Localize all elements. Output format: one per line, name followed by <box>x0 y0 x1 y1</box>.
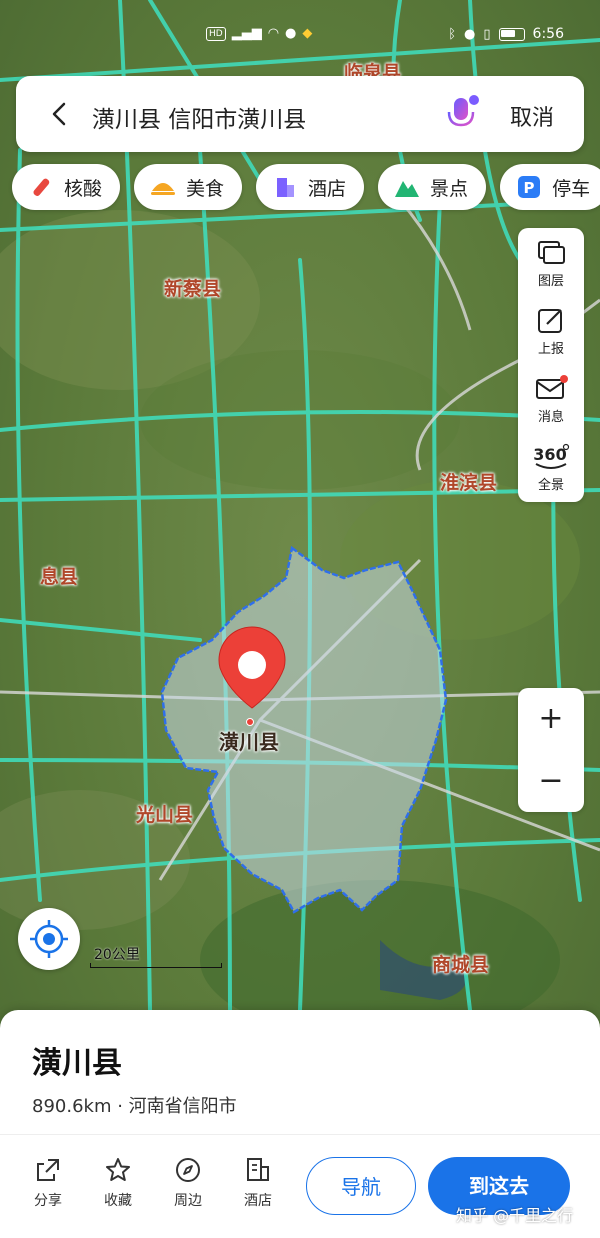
hotel-icon <box>272 175 298 199</box>
hd-indicator: HD <box>206 26 226 41</box>
chip-label: 景点 <box>430 177 469 200</box>
mountain-icon <box>394 175 420 199</box>
back-button[interactable] <box>40 94 80 134</box>
locate-me-button[interactable] <box>18 908 80 970</box>
search-bar[interactable]: 潢川县 信阳市潢川县 取消 <box>16 76 584 152</box>
map-scale: 20公里 <box>90 944 222 968</box>
nearby-button[interactable]: 周边 <box>158 1156 218 1210</box>
map-label-huaibin[interactable]: 淮滨县 <box>440 468 497 495</box>
layers-icon <box>538 241 565 264</box>
chevron-left-icon <box>52 102 66 126</box>
map-label-shangcheng[interactable]: 商城县 <box>432 950 489 977</box>
divider <box>0 1134 600 1135</box>
tool-label: 图层 <box>537 274 564 289</box>
share-button[interactable]: 分享 <box>18 1156 78 1210</box>
map-label-center[interactable]: 潢川县 <box>219 726 279 755</box>
voice-search-button[interactable] <box>444 94 480 134</box>
signal-5g-icon: ▂▄▆ <box>231 26 262 41</box>
vibrate-icon: ▯ <box>483 26 491 42</box>
app-notification-icon: ◆ <box>302 26 313 41</box>
chip-nucleic-test[interactable]: 核酸 <box>12 164 121 210</box>
report-edit-icon <box>538 309 562 333</box>
zoom-out-button[interactable]: − <box>518 750 584 812</box>
zoom-controls: + − <box>518 688 584 812</box>
tool-panorama[interactable]: 360 全景 <box>518 434 584 500</box>
zoom-in-button[interactable]: + <box>518 688 584 750</box>
chip-scenic[interactable]: 景点 <box>378 164 487 210</box>
scale-label: 20公里 <box>94 947 140 963</box>
crosshair-icon <box>30 920 68 958</box>
tool-layers[interactable]: 图层 <box>518 230 584 296</box>
wifi-icon: ◠ <box>267 26 280 41</box>
status-system: ᛒ ● ▯ 6:56 <box>448 26 564 42</box>
place-title: 潢川县 <box>32 1046 122 1081</box>
user-icon: ● <box>285 26 297 41</box>
svg-text:P: P <box>524 179 535 197</box>
map-label-xincai[interactable]: 新蔡县 <box>164 274 221 301</box>
tool-messages[interactable]: 消息 <box>518 366 584 432</box>
tool-report[interactable]: 上报 <box>518 298 584 364</box>
hotel-icon <box>247 1158 269 1181</box>
chip-label: 美食 <box>186 177 225 200</box>
place-subtitle: 890.6km · 河南省信阳市 <box>32 1096 237 1117</box>
status-indicators: HD ▂▄▆ ◠ ● ◆ <box>206 26 312 41</box>
hotel-button[interactable]: 酒店 <box>228 1156 288 1210</box>
map-label-xixian[interactable]: 息县 <box>40 562 78 589</box>
scale-bar <box>90 963 222 968</box>
status-bar: HD ▂▄▆ ◠ ● ◆ ᛒ ● ▯ 6:56 <box>0 22 600 50</box>
action-label: 分享 <box>34 1193 62 1209</box>
svg-text:360: 360 <box>533 445 566 464</box>
compass-icon <box>176 1158 200 1182</box>
tool-label: 消息 <box>537 410 564 425</box>
chip-label: 核酸 <box>64 177 103 200</box>
test-tube-icon <box>28 175 54 199</box>
tool-label: 上报 <box>537 342 564 357</box>
action-label: 酒店 <box>244 1193 272 1209</box>
share-icon <box>37 1159 59 1181</box>
place-detail-sheet[interactable]: 潢川县 890.6km · 河南省信阳市 分享 收藏 周边 酒店 导航 到这去 <box>0 1010 600 1238</box>
tool-label: 全景 <box>537 478 564 493</box>
bluetooth-icon: ᛒ <box>448 26 457 42</box>
chip-food[interactable]: 美食 <box>134 164 243 210</box>
chip-label: 酒店 <box>308 177 347 200</box>
chip-label: 停车 <box>552 177 591 200</box>
cancel-button[interactable]: 取消 <box>510 100 554 132</box>
battery-icon <box>498 27 525 41</box>
category-chips: 核酸 美食 酒店 景点 P 停车 <box>12 164 600 210</box>
parking-icon: P <box>516 175 542 199</box>
clock: 6:56 <box>532 26 564 42</box>
action-label: 收藏 <box>104 1193 132 1209</box>
favorite-button[interactable]: 收藏 <box>88 1156 148 1210</box>
search-input[interactable]: 潢川县 信阳市潢川县 <box>92 100 306 134</box>
panorama-360-icon: 360 <box>533 443 570 469</box>
location-icon: ● <box>464 26 476 42</box>
chip-hotel[interactable]: 酒店 <box>256 164 365 210</box>
food-icon <box>150 175 176 199</box>
action-label: 周边 <box>174 1193 202 1209</box>
microphone-icon <box>447 95 479 131</box>
navigate-button[interactable]: 导航 <box>306 1157 416 1215</box>
message-icon <box>536 375 568 399</box>
map-label-guangshan[interactable]: 光山县 <box>136 800 193 827</box>
watermark: 知乎 @千里之行 <box>456 1206 574 1225</box>
star-icon <box>106 1158 130 1181</box>
chip-parking[interactable]: P 停车 <box>500 164 600 210</box>
map-tools-panel: 图层 上报 消息 360 全景 <box>518 228 584 502</box>
